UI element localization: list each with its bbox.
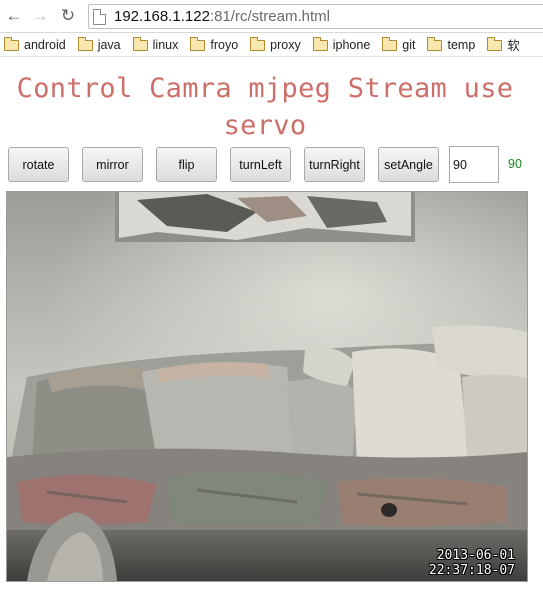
folder-icon [487,36,503,51]
bookmark-label: 软 [507,39,520,53]
bookmarks-bar: android java linux froyo proxy iphone gi… [0,33,543,57]
url-text: 192.168.1.122:81/rc/stream.html [114,8,330,25]
bookmark-folder-proxy[interactable]: proxy [250,36,301,52]
set-angle-button[interactable]: setAngle [378,147,439,182]
camera-controls: rotate mirror flip turnLeft turnRight se… [0,146,543,184]
bookmark-folder-more[interactable]: 软 [487,35,520,54]
bookmark-label: linux [152,37,179,52]
bookmark-folder-froyo[interactable]: froyo [190,36,239,52]
stream-timestamp: 2013-06-01 22:37:18-07 [429,548,515,578]
folder-icon [427,36,443,51]
timestamp-date: 2013-06-01 [436,548,515,563]
bookmark-label: froyo [210,37,239,52]
folder-icon [190,36,206,51]
mjpeg-stream-image: 2013-06-01 22:37:18-07 [6,191,528,582]
bookmark-folder-android[interactable]: android [4,36,66,52]
bookmark-folder-git[interactable]: git [382,36,416,52]
folder-icon [77,36,93,51]
bookmark-folder-iphone[interactable]: iphone [312,36,371,52]
back-arrow-icon[interactable]: ← [4,6,24,26]
angle-readout: 90 [508,157,522,171]
angle-input[interactable] [449,146,499,183]
folder-icon [382,36,398,51]
bookmark-folder-temp[interactable]: temp [427,36,476,52]
rotate-button[interactable]: rotate [8,147,69,182]
folder-icon [250,36,266,51]
folder-icon [4,36,19,51]
folder-icon [132,36,148,51]
url-host: 192.168.1.122 [114,8,210,25]
bookmark-folder-linux[interactable]: linux [132,36,179,52]
bookmark-label: proxy [270,37,301,52]
stream-scene [7,192,527,581]
bookmark-label: temp [447,37,476,52]
bookmark-folder-java[interactable]: java [77,36,121,52]
folder-icon [312,36,328,51]
turn-right-button[interactable]: turnRight [304,147,365,182]
bookmark-label: android [24,37,66,52]
page-icon [93,8,106,25]
bookmark-label: iphone [332,37,371,52]
bookmark-label: git [402,37,416,52]
url-path: :81/rc/stream.html [209,8,330,25]
timestamp-time: 22:37:18-07 [428,563,515,578]
address-bar[interactable]: 192.168.1.122:81/rc/stream.html [88,4,543,29]
mirror-button[interactable]: mirror [82,147,143,182]
reload-icon[interactable]: ↻ [58,6,78,26]
turn-left-button[interactable]: turnLeft [230,147,291,182]
flip-button[interactable]: flip [156,147,217,182]
bookmark-label: java [97,37,121,52]
forward-arrow-icon[interactable]: → [30,6,50,26]
browser-toolbar: ← → ↻ 192.168.1.122:81/rc/stream.html [0,0,543,33]
page-title: Control Camra mjpeg Stream use servo [16,73,514,141]
